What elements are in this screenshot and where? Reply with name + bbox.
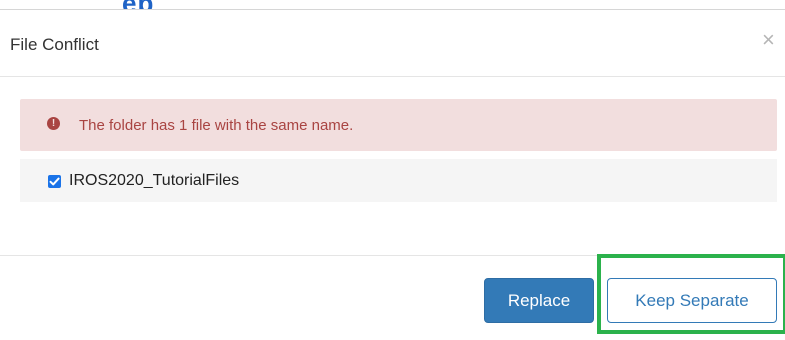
replace-button[interactable]: Replace — [484, 278, 594, 323]
dialog-title: File Conflict — [10, 35, 99, 54]
file-name: IROS2020_TutorialFiles — [69, 172, 240, 189]
checkmark-icon — [49, 177, 60, 186]
dialog-footer: Replace Keep Separate — [0, 255, 785, 340]
file-conflict-dialog: File Conflict × ! The folder has 1 file … — [0, 9, 785, 339]
close-icon[interactable]: × — [762, 29, 775, 51]
conflict-alert: ! The folder has 1 file with the same na… — [20, 99, 777, 151]
exclamation-circle-icon: ! — [47, 117, 60, 130]
file-checkbox[interactable] — [48, 175, 61, 188]
file-list-item: IROS2020_TutorialFiles — [20, 159, 777, 202]
dialog-header: File Conflict × — [0, 10, 785, 77]
keep-separate-button[interactable]: Keep Separate — [607, 278, 777, 323]
alert-message: The folder has 1 file with the same name… — [79, 117, 354, 134]
